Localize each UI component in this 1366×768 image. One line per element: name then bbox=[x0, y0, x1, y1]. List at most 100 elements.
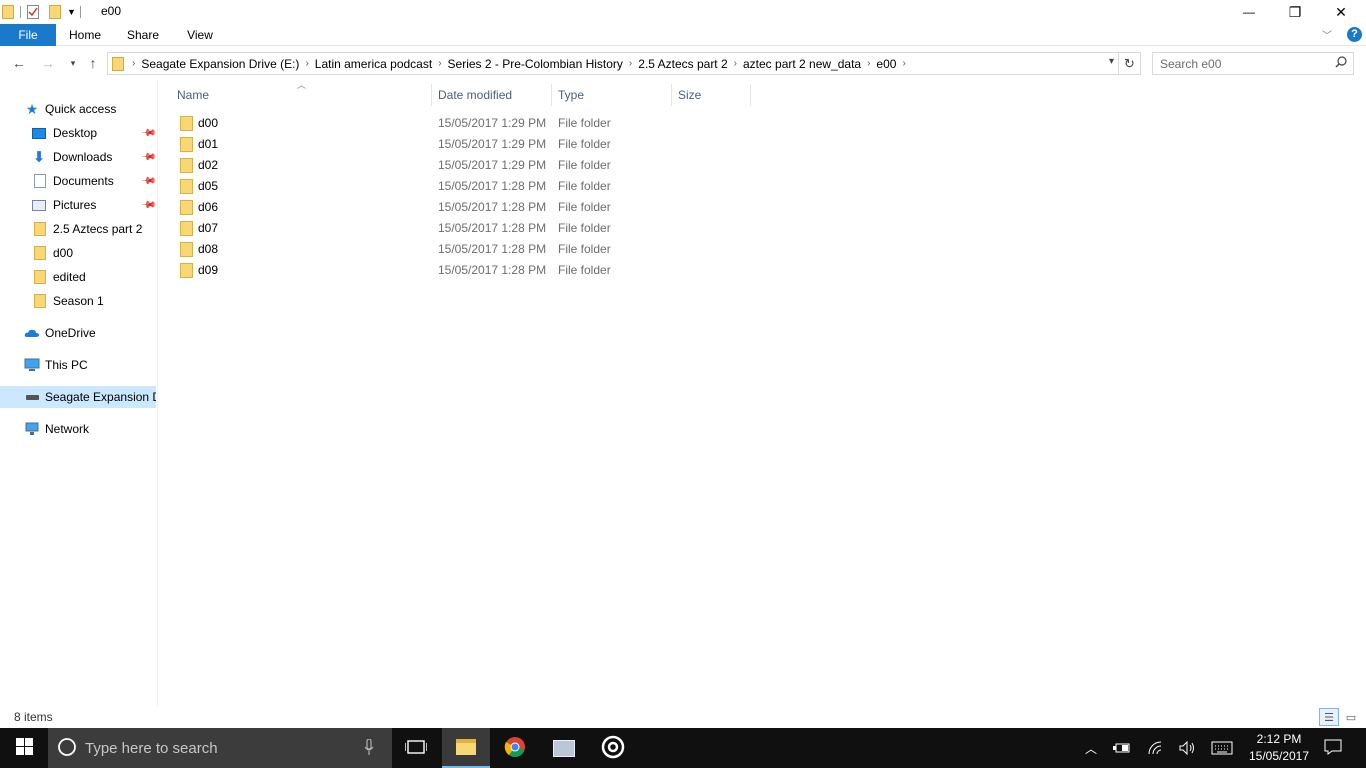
pin-icon[interactable]: 📌 bbox=[140, 149, 156, 166]
tab-view[interactable]: View bbox=[178, 24, 222, 46]
action-center-button[interactable] bbox=[1318, 728, 1348, 768]
sidebar-item-desktop[interactable]: Desktop 📌 bbox=[0, 122, 156, 144]
chevron-down-icon[interactable]: ﹀ bbox=[1322, 27, 1332, 42]
breadcrumb-current[interactable]: e00 bbox=[872, 57, 900, 71]
show-hidden-icons-button[interactable]: ︿ bbox=[1080, 728, 1102, 768]
taskbar-file-explorer[interactable] bbox=[442, 728, 490, 768]
chevron-right-icon[interactable]: › bbox=[627, 58, 634, 69]
breadcrumb-new-data[interactable]: aztec part 2 new_data bbox=[739, 57, 865, 71]
search-input[interactable] bbox=[1153, 56, 1329, 71]
refresh-button[interactable]: ↻ bbox=[1119, 52, 1141, 75]
sidebar-item-onedrive[interactable]: OneDrive bbox=[0, 322, 156, 344]
help-icon[interactable]: ? bbox=[1347, 27, 1362, 42]
address-dropdown-icon[interactable]: ▾ bbox=[1109, 56, 1114, 67]
chevron-right-icon[interactable]: › bbox=[900, 58, 907, 69]
recent-locations-button[interactable]: ▾ bbox=[62, 52, 84, 74]
volume-icon[interactable] bbox=[1176, 728, 1200, 768]
list-item[interactable]: d05 15/05/2017 1:28 PM File folder bbox=[160, 176, 760, 197]
taskbar-clock[interactable]: 2:12 PM 15/05/2017 bbox=[1244, 731, 1314, 765]
sidebar-item-this-pc[interactable]: This PC bbox=[0, 354, 156, 376]
breadcrumb-podcast[interactable]: Latin america podcast bbox=[311, 57, 436, 71]
sidebar-item-aztecs[interactable]: 2.5 Aztecs part 2 bbox=[0, 218, 156, 240]
column-header-date-modified[interactable]: Date modified bbox=[432, 84, 551, 106]
column-divider[interactable] bbox=[750, 84, 751, 106]
file-name: d02 bbox=[198, 158, 219, 172]
breadcrumb-aztecs[interactable]: 2.5 Aztecs part 2 bbox=[634, 57, 731, 71]
chevron-right-icon[interactable]: › bbox=[732, 58, 739, 69]
windows-icon bbox=[15, 738, 33, 758]
sidebar-item-pictures[interactable]: Pictures 📌 bbox=[0, 194, 156, 216]
sidebar-item-quick-access[interactable]: ★ Quick access bbox=[0, 98, 156, 120]
sidebar-item-label: Desktop bbox=[53, 126, 98, 140]
taskbar-media-app[interactable] bbox=[589, 728, 637, 768]
taskbar-chrome[interactable] bbox=[491, 728, 539, 768]
sidebar-item-label: Quick access bbox=[45, 102, 117, 116]
sidebar-item-d00[interactable]: d00 bbox=[0, 242, 156, 264]
battery-icon[interactable] bbox=[1110, 728, 1134, 768]
list-item[interactable]: d09 15/05/2017 1:28 PM File folder bbox=[160, 260, 760, 281]
sidebar-item-downloads[interactable]: ⬇ Downloads 📌 bbox=[0, 146, 156, 168]
status-bar: 8 items ☰ ▭ bbox=[0, 706, 1366, 728]
folder-icon bbox=[180, 263, 193, 278]
folder-icon bbox=[180, 221, 193, 236]
breadcrumb-series[interactable]: Series 2 - Pre-Colombian History bbox=[444, 57, 627, 71]
properties-icon[interactable] bbox=[27, 5, 39, 19]
sidebar-item-label: Pictures bbox=[53, 198, 97, 212]
sidebar-item-label: Seagate Expansion Dr bbox=[45, 390, 156, 404]
microphone-icon[interactable] bbox=[364, 738, 374, 759]
column-header-type[interactable]: Type bbox=[552, 84, 671, 106]
task-view-button[interactable] bbox=[392, 728, 440, 768]
column-header-size[interactable]: Size bbox=[672, 84, 750, 106]
wifi-icon[interactable] bbox=[1144, 728, 1168, 768]
search-icon[interactable] bbox=[1335, 56, 1347, 71]
chevron-right-icon[interactable]: › bbox=[436, 58, 443, 69]
list-item[interactable]: d00 15/05/2017 1:29 PM File folder bbox=[160, 113, 760, 134]
back-button[interactable]: ← bbox=[8, 52, 30, 74]
sidebar-item-label: Network bbox=[45, 422, 90, 436]
list-item[interactable]: d06 15/05/2017 1:28 PM File folder bbox=[160, 197, 760, 218]
forward-button[interactable]: → bbox=[37, 52, 59, 74]
folder-icon bbox=[180, 242, 193, 257]
tab-file[interactable]: File bbox=[0, 24, 56, 46]
details-view-button[interactable]: ☰ bbox=[1319, 708, 1339, 726]
customize-toolbar-icon[interactable]: ▼ bbox=[67, 7, 76, 17]
pin-icon[interactable]: 📌 bbox=[140, 125, 156, 142]
list-item[interactable]: d01 15/05/2017 1:29 PM File folder bbox=[160, 134, 760, 155]
keyboard-icon[interactable] bbox=[1208, 728, 1236, 768]
list-item[interactable]: d07 15/05/2017 1:28 PM File folder bbox=[160, 218, 760, 239]
folder-icon bbox=[112, 56, 124, 71]
file-type: File folder bbox=[558, 221, 611, 235]
sidebar-item-seagate[interactable]: Seagate Expansion Dr bbox=[0, 386, 156, 408]
large-icons-view-button[interactable]: ▭ bbox=[1341, 708, 1361, 726]
new-folder-icon[interactable] bbox=[49, 5, 61, 19]
pin-icon[interactable]: 📌 bbox=[140, 197, 156, 214]
up-button[interactable]: ↑ bbox=[82, 52, 104, 74]
column-header-row: ︿ Name Date modified Type Size bbox=[160, 80, 760, 106]
column-header-name[interactable]: Name bbox=[171, 84, 431, 106]
file-type: File folder bbox=[558, 242, 611, 256]
pin-icon[interactable]: 📌 bbox=[140, 173, 156, 190]
minimize-button[interactable]: — bbox=[1226, 0, 1272, 24]
sidebar-item-edited[interactable]: edited bbox=[0, 266, 156, 288]
start-button[interactable] bbox=[0, 728, 48, 768]
sidebar-item-season-1[interactable]: Season 1 bbox=[0, 290, 156, 312]
tab-share[interactable]: Share bbox=[120, 24, 166, 46]
taskbar-app[interactable] bbox=[540, 728, 588, 768]
folder-icon bbox=[33, 270, 47, 284]
list-item[interactable]: d02 15/05/2017 1:29 PM File folder bbox=[160, 155, 760, 176]
chevron-right-icon[interactable]: › bbox=[865, 58, 872, 69]
sidebar-item-documents[interactable]: Documents 📌 bbox=[0, 170, 156, 192]
folder-icon bbox=[180, 116, 193, 131]
chevron-right-icon[interactable]: › bbox=[130, 58, 137, 69]
folder-icon bbox=[180, 200, 193, 215]
taskbar-search-input[interactable] bbox=[85, 739, 355, 757]
chevron-right-icon[interactable]: › bbox=[303, 58, 310, 69]
close-button[interactable]: ✕ bbox=[1318, 0, 1364, 24]
list-item[interactable]: d08 15/05/2017 1:28 PM File folder bbox=[160, 239, 760, 260]
restore-button[interactable]: ❐ bbox=[1272, 0, 1318, 24]
tab-home[interactable]: Home bbox=[62, 24, 108, 46]
task-view-icon bbox=[404, 739, 428, 757]
breadcrumb-drive[interactable]: Seagate Expansion Drive (E:) bbox=[137, 57, 303, 71]
address-bar[interactable]: › Seagate Expansion Drive (E:) › Latin a… bbox=[107, 52, 1119, 75]
sidebar-item-network[interactable]: Network bbox=[0, 418, 156, 440]
